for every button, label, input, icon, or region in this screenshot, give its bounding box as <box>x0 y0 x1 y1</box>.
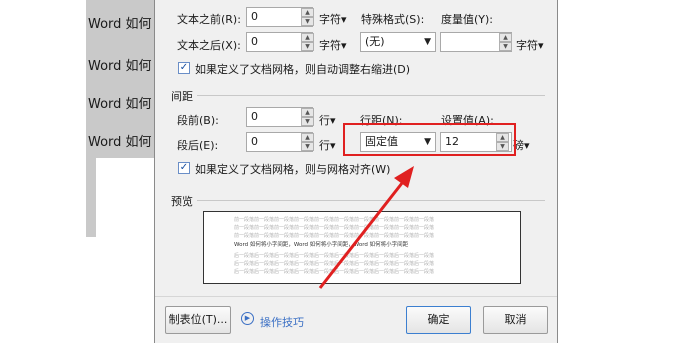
footer-divider <box>155 296 557 297</box>
indent-before-unit-dropdown[interactable]: 字符▾ <box>319 11 347 27</box>
spacing-divider <box>197 95 545 96</box>
tabs-button[interactable]: 制表位(T)... <box>165 306 231 334</box>
document-page-area <box>96 158 154 237</box>
special-format-select[interactable]: (无) ▼ <box>360 32 436 52</box>
measure-label: 度量值(Y): <box>441 13 494 26</box>
play-icon[interactable]: ▶ <box>241 312 254 325</box>
spacing-after-label: 段后(E): <box>177 139 219 152</box>
indent-after-spinner[interactable]: ▲ ▼ <box>301 33 314 51</box>
snap-grid-checkbox[interactable]: ✓ <box>178 162 190 174</box>
auto-adjust-label: 如果定义了文档网格，则自动调整右缩进(D) <box>195 63 411 76</box>
document-text-line: Word 如何 <box>88 135 152 150</box>
spacing-after-spinner[interactable]: ▲ ▼ <box>301 133 314 151</box>
spacing-before-unit-dropdown[interactable]: 行▾ <box>319 112 336 128</box>
document-text-line: Word 如何 <box>88 59 152 74</box>
ok-button[interactable]: 确定 <box>406 306 471 334</box>
highlight-box <box>343 123 516 156</box>
chevron-down-icon: ▼ <box>424 37 431 47</box>
special-format-value: (无) <box>365 35 385 48</box>
document-text-line: Word 如何 <box>88 17 152 32</box>
measure-unit-dropdown[interactable]: 字符▾ <box>516 37 544 53</box>
indent-after-label: 文本之后(X): <box>177 39 241 52</box>
spacing-after-unit-dropdown[interactable]: 行▾ <box>319 137 336 153</box>
document-text-line: Word 如何 <box>88 97 152 112</box>
spacing-section-title: 间距 <box>171 90 193 103</box>
auto-adjust-checkbox[interactable]: ✓ <box>178 62 190 74</box>
cancel-button[interactable]: 取消 <box>483 306 548 334</box>
indent-before-label: 文本之前(R): <box>177 13 241 26</box>
tips-link[interactable]: 操作技巧 <box>260 314 304 330</box>
indent-after-unit-dropdown[interactable]: 字符▾ <box>319 37 347 53</box>
preview-section-title: 预览 <box>171 195 193 208</box>
annotation-arrow-icon <box>318 166 414 289</box>
spacing-before-spinner[interactable]: ▲ ▼ <box>301 108 314 126</box>
special-format-label: 特殊格式(S): <box>361 13 425 26</box>
indent-before-spinner[interactable]: ▲ ▼ <box>301 8 314 26</box>
spacing-before-label: 段前(B): <box>177 114 219 127</box>
measure-spinner[interactable]: ▲ ▼ <box>499 33 512 51</box>
